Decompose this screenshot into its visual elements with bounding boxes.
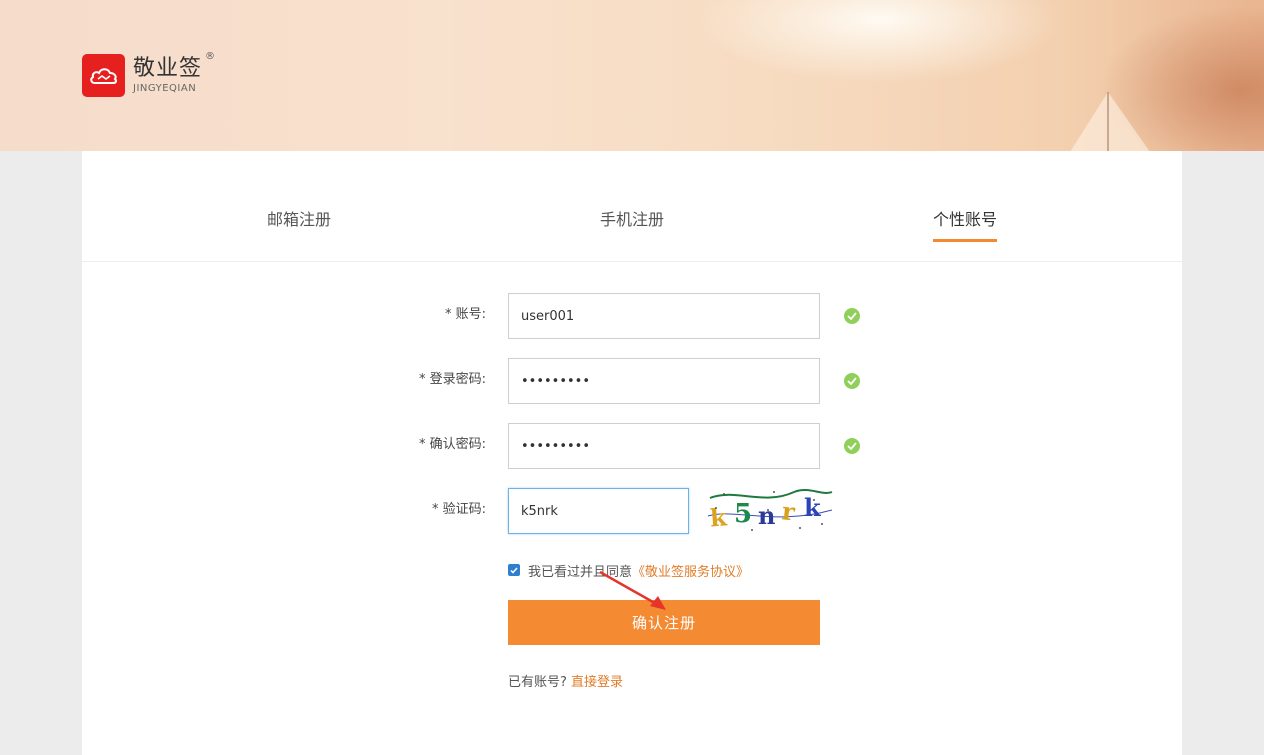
svg-text:r: r [781, 496, 797, 526]
svg-text:k: k [709, 502, 729, 532]
agreement-text: 我已看过并且同意 [528, 564, 633, 580]
register-tabs: 邮箱注册 手机注册 个性账号 [82, 151, 1182, 262]
confirm-password-input[interactable] [508, 423, 820, 469]
brand-text: 敬业签 JINGYEQIAN ® [133, 51, 215, 94]
account-input[interactable] [508, 293, 820, 339]
agreement-link[interactable]: 《敬业签服务协议》 [632, 561, 749, 580]
registered-mark: ® [205, 51, 215, 62]
account-row: * 账号: [82, 293, 1182, 339]
svg-text:k: k [804, 493, 822, 522]
password-valid-icon [844, 373, 860, 389]
captcha-row: * 验证码: k 5 n r k [82, 488, 1182, 534]
header-banner: 敬业签 JINGYEQIAN ® [0, 0, 1264, 151]
brand-logo[interactable]: 敬业签 JINGYEQIAN ® [82, 51, 215, 97]
password-input[interactable] [508, 358, 820, 404]
captcha-input[interactable] [508, 488, 689, 534]
register-card: 邮箱注册 手机注册 个性账号 * 账号: * 登录密码: * 确认密码: * 验… [82, 151, 1182, 755]
password-row: * 登录密码: [82, 358, 1182, 404]
login-row: 已有账号? 直接登录 [508, 671, 623, 690]
tab-email-register[interactable]: 邮箱注册 [266, 206, 332, 242]
svg-text:5: 5 [734, 499, 752, 529]
tab-phone-register[interactable]: 手机注册 [599, 206, 665, 242]
cloud-logo-icon [82, 54, 125, 97]
svg-text:n: n [758, 501, 775, 530]
account-label: * 账号: [444, 307, 486, 322]
login-prompt: 已有账号? [508, 675, 567, 690]
captcha-image[interactable]: k 5 n r k [704, 486, 836, 532]
confirm-valid-icon [844, 438, 860, 454]
direct-login-link[interactable]: 直接登录 [571, 675, 623, 690]
brand-name-en: JINGYEQIAN [133, 83, 197, 94]
captcha-label: * 验证码: [431, 502, 486, 517]
confirm-password-row: * 确认密码: [82, 423, 1182, 469]
tent-illustration [1070, 92, 1150, 151]
tab-custom-account[interactable]: 个性账号 [933, 206, 997, 242]
confirm-password-label: * 确认密码: [418, 437, 486, 452]
confirm-register-button[interactable]: 确认注册 [508, 600, 820, 645]
agreement-row: 我已看过并且同意 《敬业签服务协议》 [508, 561, 749, 580]
brand-name-cn: 敬业签 [133, 56, 203, 81]
password-label: * 登录密码: [418, 372, 486, 387]
account-valid-icon [844, 308, 860, 324]
agreement-checkbox[interactable] [508, 564, 520, 576]
